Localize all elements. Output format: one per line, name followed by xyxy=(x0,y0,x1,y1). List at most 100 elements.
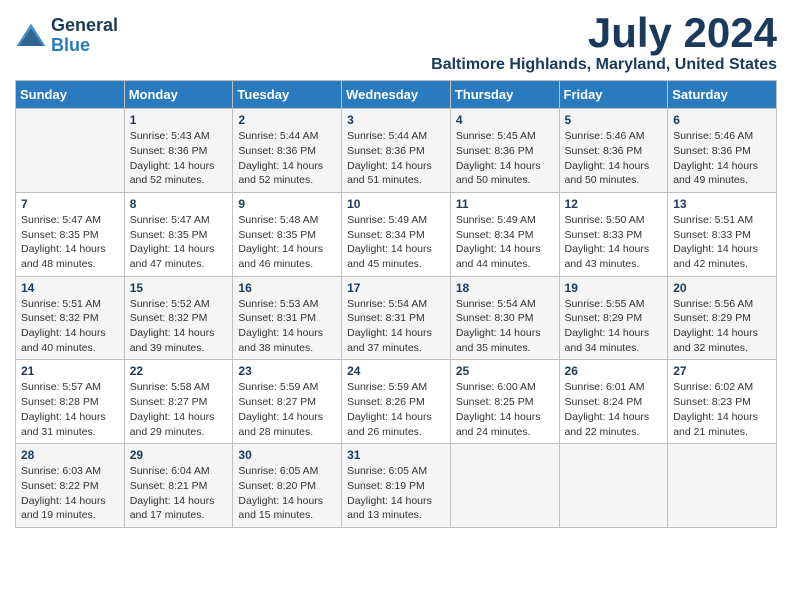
day-number: 18 xyxy=(456,281,554,295)
calendar-cell xyxy=(450,444,559,528)
day-number: 7 xyxy=(21,197,119,211)
header-cell-thursday: Thursday xyxy=(450,81,559,109)
calendar-cell: 7 Sunrise: 5:47 AM Sunset: 8:35 PM Daylig… xyxy=(16,192,125,276)
day-info: Sunrise: 5:54 AM Sunset: 8:30 PM Dayligh… xyxy=(456,297,554,356)
day-info: Sunrise: 5:59 AM Sunset: 8:27 PM Dayligh… xyxy=(238,380,336,439)
day-info: Sunrise: 5:44 AM Sunset: 8:36 PM Dayligh… xyxy=(238,129,336,188)
week-row-3: 14 Sunrise: 5:51 AM Sunset: 8:32 PM Dayli… xyxy=(16,276,777,360)
day-number: 5 xyxy=(565,113,663,127)
day-info: Sunrise: 5:44 AM Sunset: 8:36 PM Dayligh… xyxy=(347,129,445,188)
calendar-cell: 30Sunrise: 6:05 AM Sunset: 8:20 PM Dayli… xyxy=(233,444,342,528)
header-cell-saturday: Saturday xyxy=(668,81,777,109)
calendar-cell: 27 Sunrise: 6:02 AM Sunset: 8:23 PM Dayli… xyxy=(668,360,777,444)
day-number: 24 xyxy=(347,364,445,378)
calendar-cell: 26Sunrise: 6:01 AM Sunset: 8:24 PM Dayli… xyxy=(559,360,668,444)
day-number: 16 xyxy=(238,281,336,295)
day-number: 14 xyxy=(21,281,119,295)
day-info: Sunrise: 5:53 AM Sunset: 8:31 PM Dayligh… xyxy=(238,297,336,356)
logo: General Blue xyxy=(15,16,118,56)
day-info: Sunrise: 5:46 AM Sunset: 8:36 PM Dayligh… xyxy=(565,129,663,188)
day-info: Sunrise: 5:58 AM Sunset: 8:27 PM Dayligh… xyxy=(130,380,228,439)
day-number: 23 xyxy=(238,364,336,378)
day-number: 19 xyxy=(565,281,663,295)
calendar-cell: 10 Sunrise: 5:49 AM Sunset: 8:34 PM Dayli… xyxy=(342,192,451,276)
day-number: 13 xyxy=(673,197,771,211)
calendar-cell: 16 Sunrise: 5:53 AM Sunset: 8:31 PM Dayli… xyxy=(233,276,342,360)
calendar-cell xyxy=(559,444,668,528)
day-number: 25 xyxy=(456,364,554,378)
calendar-cell: 28 Sunrise: 6:03 AM Sunset: 8:22 PM Dayli… xyxy=(16,444,125,528)
logo-text: General Blue xyxy=(51,16,118,56)
day-info: Sunrise: 5:46 AM Sunset: 8:36 PM Dayligh… xyxy=(673,129,771,188)
logo-line1: General xyxy=(51,16,118,36)
day-number: 11 xyxy=(456,197,554,211)
week-row-2: 7 Sunrise: 5:47 AM Sunset: 8:35 PM Daylig… xyxy=(16,192,777,276)
day-number: 10 xyxy=(347,197,445,211)
week-row-5: 28 Sunrise: 6:03 AM Sunset: 8:22 PM Dayli… xyxy=(16,444,777,528)
day-info: Sunrise: 5:48 AM Sunset: 8:35 PM Dayligh… xyxy=(238,213,336,272)
day-number: 12 xyxy=(565,197,663,211)
day-info: Sunrise: 5:51 AM Sunset: 8:32 PM Dayligh… xyxy=(21,297,119,356)
day-number: 6 xyxy=(673,113,771,127)
calendar-cell xyxy=(668,444,777,528)
calendar-cell: 11 Sunrise: 5:49 AM Sunset: 8:34 PM Dayli… xyxy=(450,192,559,276)
location-title: Baltimore Highlands, Maryland, United St… xyxy=(431,56,777,74)
calendar-body: 1 Sunrise: 5:43 AM Sunset: 8:36 PM Daylig… xyxy=(16,109,777,528)
month-title: July 2024 xyxy=(431,10,777,56)
day-info: Sunrise: 5:50 AM Sunset: 8:33 PM Dayligh… xyxy=(565,213,663,272)
header-row: SundayMondayTuesdayWednesdayThursdayFrid… xyxy=(16,81,777,109)
calendar-cell: 1 Sunrise: 5:43 AM Sunset: 8:36 PM Daylig… xyxy=(124,109,233,193)
calendar-cell: 2 Sunrise: 5:44 AM Sunset: 8:36 PM Daylig… xyxy=(233,109,342,193)
calendar-cell: 6 Sunrise: 5:46 AM Sunset: 8:36 PM Daylig… xyxy=(668,109,777,193)
header-cell-friday: Friday xyxy=(559,81,668,109)
day-number: 20 xyxy=(673,281,771,295)
day-info: Sunrise: 5:54 AM Sunset: 8:31 PM Dayligh… xyxy=(347,297,445,356)
day-info: Sunrise: 5:59 AM Sunset: 8:26 PM Dayligh… xyxy=(347,380,445,439)
day-number: 1 xyxy=(130,113,228,127)
day-info: Sunrise: 5:47 AM Sunset: 8:35 PM Dayligh… xyxy=(21,213,119,272)
calendar-cell: 15 Sunrise: 5:52 AM Sunset: 8:32 PM Dayli… xyxy=(124,276,233,360)
day-number: 31 xyxy=(347,448,445,462)
logo-icon xyxy=(15,22,47,50)
day-info: Sunrise: 6:04 AM Sunset: 8:21 PM Dayligh… xyxy=(130,464,228,523)
calendar-cell: 23 Sunrise: 5:59 AM Sunset: 8:27 PM Dayli… xyxy=(233,360,342,444)
logo-line2: Blue xyxy=(51,36,118,56)
calendar-cell xyxy=(16,109,125,193)
day-number: 26 xyxy=(565,364,663,378)
day-info: Sunrise: 5:55 AM Sunset: 8:29 PM Dayligh… xyxy=(565,297,663,356)
day-info: Sunrise: 6:03 AM Sunset: 8:22 PM Dayligh… xyxy=(21,464,119,523)
calendar-cell: 14 Sunrise: 5:51 AM Sunset: 8:32 PM Dayli… xyxy=(16,276,125,360)
day-info: Sunrise: 5:43 AM Sunset: 8:36 PM Dayligh… xyxy=(130,129,228,188)
calendar-cell: 25Sunrise: 6:00 AM Sunset: 8:25 PM Dayli… xyxy=(450,360,559,444)
calendar-header: SundayMondayTuesdayWednesdayThursdayFrid… xyxy=(16,81,777,109)
day-info: Sunrise: 5:49 AM Sunset: 8:34 PM Dayligh… xyxy=(456,213,554,272)
calendar-cell: 24 Sunrise: 5:59 AM Sunset: 8:26 PM Dayli… xyxy=(342,360,451,444)
day-info: Sunrise: 5:49 AM Sunset: 8:34 PM Dayligh… xyxy=(347,213,445,272)
calendar-cell: 17Sunrise: 5:54 AM Sunset: 8:31 PM Dayli… xyxy=(342,276,451,360)
week-row-4: 21Sunrise: 5:57 AM Sunset: 8:28 PM Dayli… xyxy=(16,360,777,444)
day-number: 28 xyxy=(21,448,119,462)
day-info: Sunrise: 5:47 AM Sunset: 8:35 PM Dayligh… xyxy=(130,213,228,272)
calendar-cell: 9Sunrise: 5:48 AM Sunset: 8:35 PM Daylig… xyxy=(233,192,342,276)
header-cell-wednesday: Wednesday xyxy=(342,81,451,109)
day-number: 15 xyxy=(130,281,228,295)
day-info: Sunrise: 5:56 AM Sunset: 8:29 PM Dayligh… xyxy=(673,297,771,356)
calendar-cell: 4Sunrise: 5:45 AM Sunset: 8:36 PM Daylig… xyxy=(450,109,559,193)
calendar-cell: 18 Sunrise: 5:54 AM Sunset: 8:30 PM Dayli… xyxy=(450,276,559,360)
day-info: Sunrise: 6:05 AM Sunset: 8:20 PM Dayligh… xyxy=(238,464,336,523)
day-info: Sunrise: 6:02 AM Sunset: 8:23 PM Dayligh… xyxy=(673,380,771,439)
header: General Blue July 2024 Baltimore Highlan… xyxy=(15,10,777,74)
day-number: 2 xyxy=(238,113,336,127)
calendar-cell: 20 Sunrise: 5:56 AM Sunset: 8:29 PM Dayli… xyxy=(668,276,777,360)
header-cell-monday: Monday xyxy=(124,81,233,109)
calendar-cell: 19 Sunrise: 5:55 AM Sunset: 8:29 PM Dayli… xyxy=(559,276,668,360)
day-info: Sunrise: 5:57 AM Sunset: 8:28 PM Dayligh… xyxy=(21,380,119,439)
day-number: 8 xyxy=(130,197,228,211)
day-info: Sunrise: 5:52 AM Sunset: 8:32 PM Dayligh… xyxy=(130,297,228,356)
calendar-cell: 8 Sunrise: 5:47 AM Sunset: 8:35 PM Daylig… xyxy=(124,192,233,276)
day-number: 27 xyxy=(673,364,771,378)
day-number: 22 xyxy=(130,364,228,378)
header-cell-tuesday: Tuesday xyxy=(233,81,342,109)
day-number: 29 xyxy=(130,448,228,462)
day-number: 4 xyxy=(456,113,554,127)
